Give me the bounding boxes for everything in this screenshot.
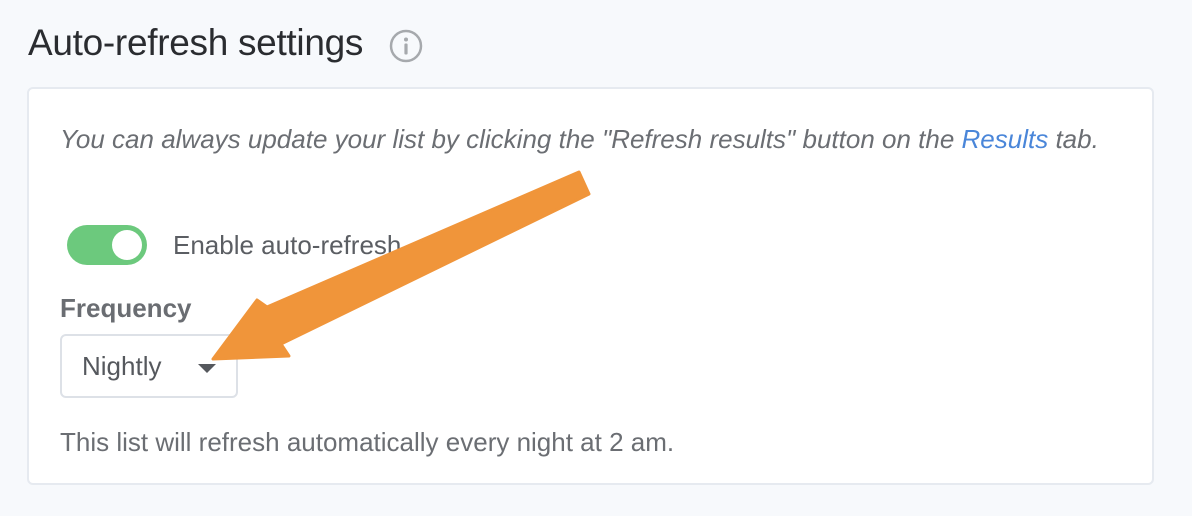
- info-icon[interactable]: [389, 29, 423, 63]
- settings-card: You can always update your list by click…: [27, 87, 1154, 485]
- auto-refresh-toggle[interactable]: [67, 225, 147, 265]
- hint-text-end: tab.: [1048, 124, 1099, 154]
- refresh-schedule-note: This list will refresh automatically eve…: [60, 427, 675, 457]
- refresh-hint: You can always update your list by click…: [60, 117, 1120, 161]
- frequency-select[interactable]: Nightly: [60, 334, 238, 398]
- results-tab-link[interactable]: Results: [962, 124, 1049, 154]
- page-title: Auto-refresh settings: [28, 22, 364, 63]
- caret-down-icon: [198, 364, 216, 373]
- hint-text: You can always update your list by click…: [60, 124, 962, 154]
- frequency-label: Frequency: [60, 293, 192, 323]
- frequency-selected-value: Nightly: [82, 350, 162, 381]
- auto-refresh-label: Enable auto-refresh: [173, 229, 402, 260]
- toggle-knob: [112, 230, 142, 260]
- page-header: Auto-refresh settings: [28, 22, 423, 64]
- auto-refresh-toggle-row: Enable auto-refresh: [67, 225, 401, 265]
